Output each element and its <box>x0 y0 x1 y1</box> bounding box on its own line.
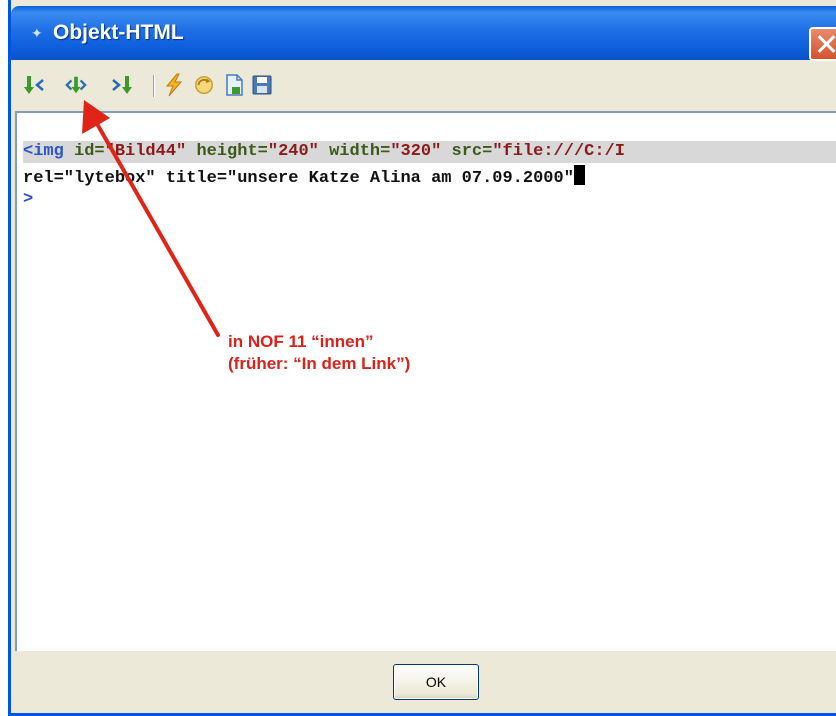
annotation-line-2: (früher: “In dem Link”) <box>228 354 411 373</box>
annotation-text: in NOF 11 “innen” (früher: “In dem Link”… <box>228 331 410 375</box>
annotation-line-1: in NOF 11 “innen” <box>228 332 374 351</box>
annotation-arrow <box>82 100 220 337</box>
